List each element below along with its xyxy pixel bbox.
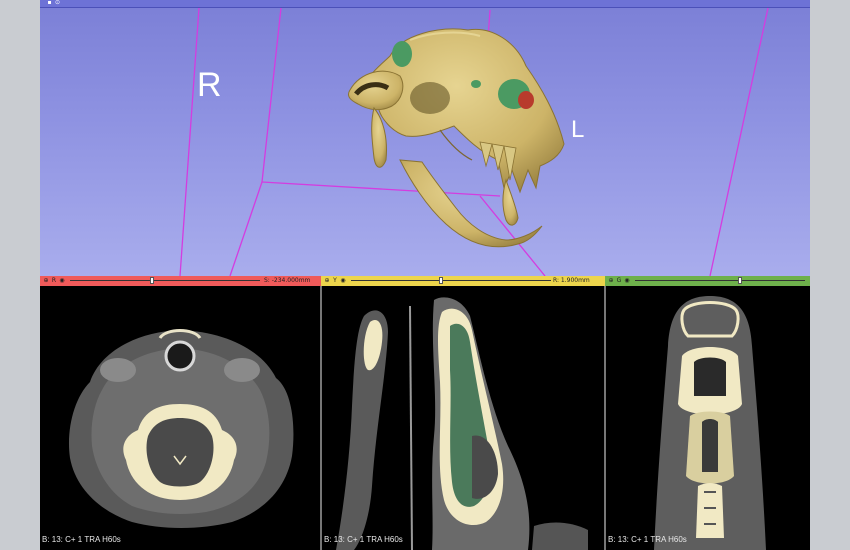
link-icon[interactable]: ◉: [623, 277, 631, 285]
brain-region: [702, 419, 718, 472]
yellow-slice-view-sagittal[interactable]: B: 13: C+ 1 TRA H60s: [322, 286, 604, 550]
green-slice-view-coronal[interactable]: B: 13: C+ 1 TRA H60s: [606, 286, 810, 550]
upper-teeth: [479, 141, 517, 181]
pin-icon[interactable]: ⊕: [323, 277, 331, 285]
segmentation-green: [471, 80, 481, 88]
slice-offset-value: S: -234.000mm: [264, 277, 311, 284]
slice-letter-green: G: [616, 277, 622, 284]
slice-letter-red: R: [51, 277, 57, 284]
pin-icon[interactable]: ⊕: [42, 277, 50, 285]
brainstem: [146, 418, 214, 487]
axial-ct-image: [68, 329, 294, 528]
slice-offset-slider[interactable]: [738, 277, 743, 284]
yellow-slice-controller[interactable]: ⊕ Y ◉ R: 1.900mm: [321, 276, 605, 286]
bbox-edge: [709, 7, 769, 276]
red-slice-controller[interactable]: ⊕ R ◉ S: -234.000mm: [40, 276, 321, 286]
slice-offset-track[interactable]: [70, 280, 260, 281]
red-slice-volume-label: B: 13: C+ 1 TRA H60s: [42, 535, 121, 544]
link-icon[interactable]: ◉: [58, 277, 66, 285]
nasal-cavity: [694, 357, 726, 396]
slice-offset-track[interactable]: [635, 280, 805, 281]
tube-line: [409, 305, 413, 550]
lower-canine: [502, 178, 519, 226]
sagittal-ct-image: [336, 297, 588, 550]
bbox-edge: [261, 7, 282, 183]
slice-offset-slider[interactable]: [149, 277, 154, 284]
slice-letter-yellow: Y: [333, 277, 337, 284]
orientation-marker-left: L: [571, 116, 585, 143]
skull-3d-rendering: [347, 28, 565, 248]
coronal-ct-image: [654, 296, 766, 550]
orbit-shadow: [410, 82, 450, 114]
slice-offset-slider[interactable]: [439, 277, 443, 284]
orientation-marker-right: R: [197, 66, 222, 104]
segmentation-green: [392, 41, 412, 67]
pin-icon[interactable]: ⊕: [607, 277, 615, 285]
gland-left: [100, 358, 136, 382]
trachea: [164, 340, 196, 372]
green-slice-volume-label: B: 13: C+ 1 TRA H60s: [608, 535, 687, 544]
segmentation-red: [518, 91, 534, 109]
red-slice-view-axial[interactable]: B: 13: C+ 1 TRA H60s: [40, 286, 320, 550]
link-icon[interactable]: ◉: [339, 277, 347, 285]
slice-offset-track[interactable]: [351, 280, 551, 281]
bbox-edge: [229, 181, 263, 276]
3d-view[interactable]: ▪ ⊙ R L: [40, 0, 810, 276]
soft-tissue-back: [532, 522, 588, 550]
yellow-slice-volume-label: B: 13: C+ 1 TRA H60s: [324, 535, 403, 544]
slice-offset-value: R: 1.900mm: [553, 277, 590, 284]
slicer-application: ▪ ⊙ R L ⊕ R ◉ S: -234.000mm ⊕ Y ◉ R: 1.9…: [40, 0, 810, 550]
gland-right: [224, 358, 260, 382]
green-slice-controller[interactable]: ⊕ G ◉: [605, 276, 810, 286]
bbox-edge: [179, 7, 200, 276]
